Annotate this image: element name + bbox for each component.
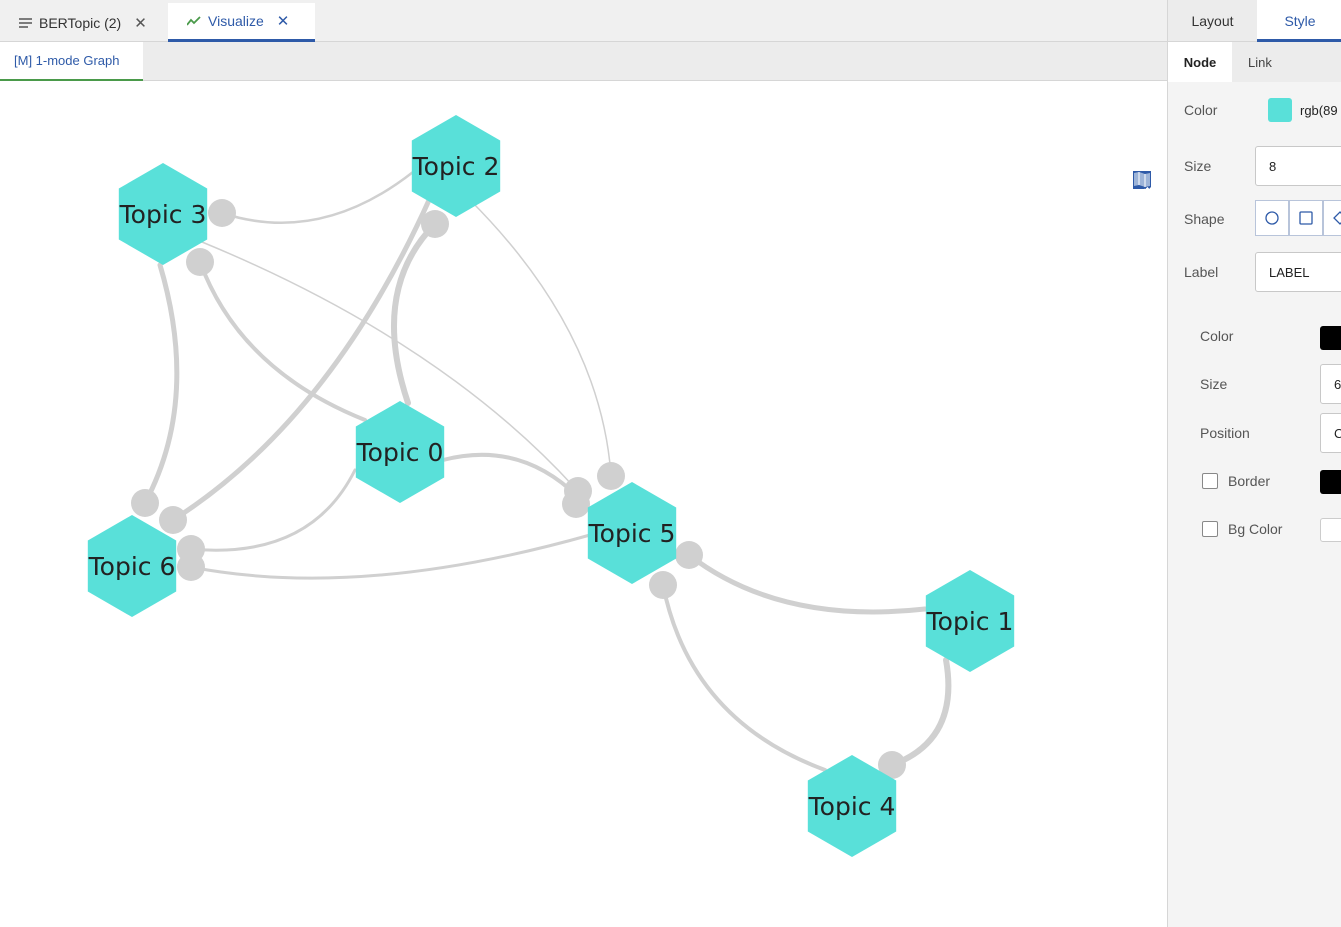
diamond-shape-button[interactable] [1323, 200, 1341, 236]
node-label: Topic 2 [412, 152, 500, 181]
arrow-right-icon[interactable] [1133, 171, 1159, 375]
tab-label: Visualize [208, 13, 264, 29]
close-icon[interactable]: ✕ [134, 14, 147, 32]
map-icon[interactable] [1133, 172, 1159, 545]
panel-tabs: Layout Style [1168, 0, 1341, 42]
edge-handle [159, 506, 187, 534]
label-position-select[interactable]: C [1320, 413, 1341, 453]
topic-node[interactable]: Topic 5 [588, 482, 677, 584]
edge-handle [597, 462, 625, 490]
edge [469, 199, 612, 476]
size-input[interactable]: 8 [1255, 146, 1341, 186]
edge-handle [186, 248, 214, 276]
network-graph[interactable]: Topic 2 Topic 3 Topic 0 Topic 5 Topic 6 Topic… [0, 81, 1167, 927]
tab-visualize[interactable]: Visualize ✕ [168, 3, 315, 42]
bgcolor-label: Bg Color [1228, 521, 1283, 537]
tab-bertopic[interactable]: BERTopic (2) ✕ [18, 3, 147, 42]
topic-node[interactable]: Topic 2 [412, 115, 501, 217]
edge [189, 533, 592, 580]
tab-style[interactable]: Style [1257, 0, 1341, 42]
edge [142, 262, 180, 506]
edge-handle [208, 199, 236, 227]
shape-label: Shape [1184, 211, 1225, 227]
label-color-label: Color [1200, 328, 1234, 344]
edge [198, 260, 367, 422]
label-size-label: Size [1200, 376, 1228, 392]
tab-link[interactable]: Link [1248, 42, 1272, 82]
node-link-tabs: Node Link [1168, 42, 1341, 82]
close-icon[interactable]: ✕ [277, 12, 290, 30]
edge-handle [675, 541, 703, 569]
square-shape-button[interactable] [1289, 200, 1323, 236]
bgcolor-checkbox[interactable] [1202, 521, 1218, 537]
tab-label: BERTopic (2) [39, 14, 122, 31]
image-icon[interactable] [1133, 171, 1159, 511]
color-swatch[interactable] [1268, 98, 1292, 122]
node-label: Topic 3 [119, 200, 207, 229]
node-label: Topic 1 [926, 607, 1014, 636]
circle-shape-button[interactable] [1255, 200, 1289, 236]
node-label: Topic 6 [88, 552, 176, 581]
zoom-out-icon[interactable] [1133, 171, 1159, 273]
edge-handle [177, 553, 205, 581]
edge-handle [649, 571, 677, 599]
tab-node[interactable]: Node [1168, 42, 1232, 82]
edge [441, 452, 580, 499]
shape-selector [1255, 200, 1341, 236]
label-select[interactable]: LABEL [1255, 252, 1341, 292]
label-style-section: Color Size 6 Position C Border Bg Color [1168, 302, 1341, 612]
graph-tab-bar: [M] 1-mode Graph [0, 42, 1167, 81]
label-position-label: Position [1200, 425, 1250, 441]
graph-toolbar [1133, 171, 1159, 545]
edge-handle [131, 489, 159, 517]
node-label: Topic 4 [808, 792, 896, 821]
style-panel: Layout Style Node Link Color rgb(89 Size… [1167, 0, 1341, 927]
topic-node[interactable]: Topic 0 [356, 401, 445, 503]
topic-node[interactable]: Topic 6 [88, 515, 177, 617]
label-color-swatch[interactable] [1320, 326, 1341, 350]
color-value: rgb(89 [1300, 103, 1338, 118]
graph-canvas[interactable]: Topic 2 Topic 3 Topic 0 Topic 5 Topic 6 Topic… [0, 81, 1167, 927]
node-label: Topic 0 [356, 438, 444, 467]
edge-handle [562, 490, 590, 518]
edge [686, 552, 928, 615]
edge [220, 170, 415, 224]
color-label: Color [1184, 102, 1218, 118]
edge [889, 657, 952, 768]
swap-vertical-icon[interactable] [1133, 171, 1159, 443]
edge [391, 221, 438, 406]
border-checkbox[interactable] [1202, 473, 1218, 489]
tab-bar: BERTopic (2) ✕ Visualize ✕ [0, 0, 1167, 42]
text-color-icon[interactable] [1133, 171, 1159, 341]
border-label: Border [1228, 473, 1271, 489]
trend-icon [187, 14, 201, 28]
label-size-input[interactable]: 6 [1320, 364, 1341, 404]
list-icon [18, 16, 32, 30]
tab-layout[interactable]: Layout [1168, 0, 1257, 42]
border-color-swatch[interactable] [1320, 470, 1341, 494]
topic-node[interactable]: Topic 1 [926, 570, 1015, 672]
swap-horizontal-icon[interactable] [1133, 171, 1159, 409]
size-label: Size [1184, 158, 1212, 174]
text-icon[interactable] [1133, 171, 1159, 307]
zoom-in-icon[interactable] [1133, 171, 1159, 239]
tab-1-mode-graph[interactable]: [M] 1-mode Graph [0, 42, 143, 81]
label-label: Label [1184, 264, 1219, 280]
node-label: Topic 5 [588, 519, 676, 548]
bgcolor-swatch[interactable] [1320, 518, 1341, 542]
edge-handle [421, 210, 449, 238]
edge [189, 468, 357, 552]
copy-icon[interactable] [1133, 171, 1159, 477]
edge [661, 583, 827, 772]
